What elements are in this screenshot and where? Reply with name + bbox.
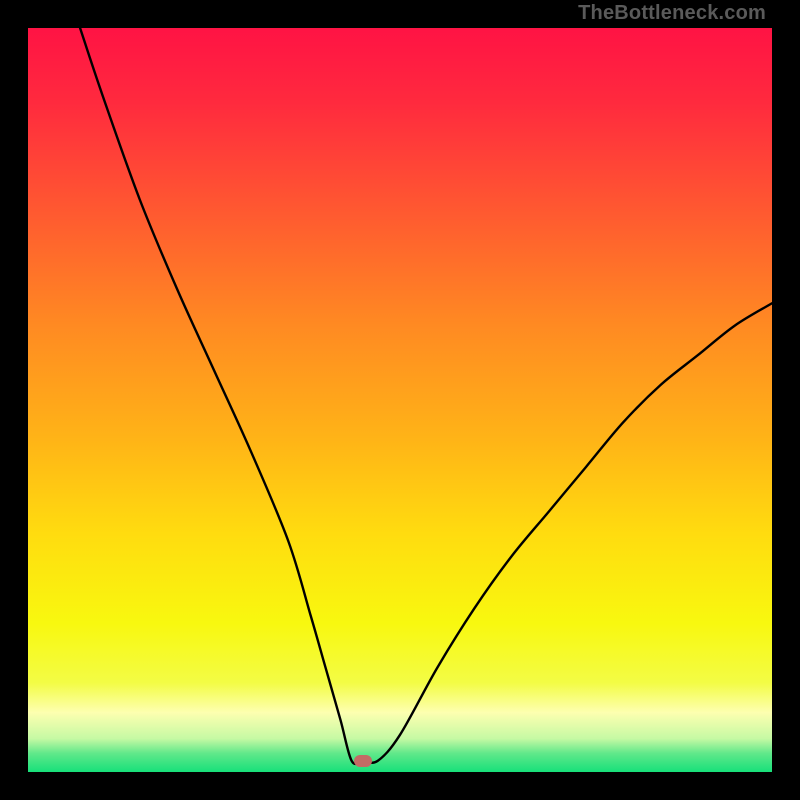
watermark-text: TheBottleneck.com [578, 2, 766, 25]
curve-layer [28, 28, 772, 772]
optimum-marker [354, 755, 372, 767]
chart-frame: TheBottleneck.com [0, 0, 800, 800]
plot-area [28, 28, 772, 772]
bottleneck-curve [80, 28, 772, 764]
